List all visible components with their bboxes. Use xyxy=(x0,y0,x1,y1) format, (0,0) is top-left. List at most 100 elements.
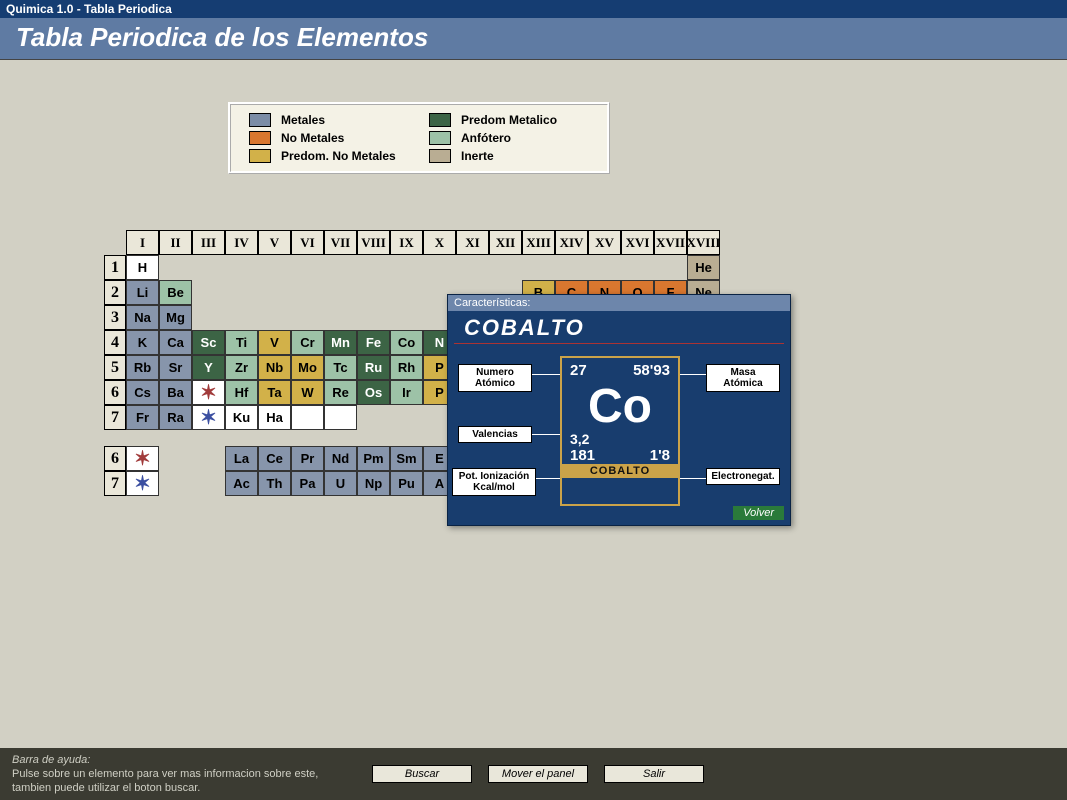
element-ba[interactable]: Ba xyxy=(159,380,192,405)
group-header: VIII xyxy=(357,230,390,255)
element-nb[interactable]: Nb xyxy=(258,355,291,380)
element-co[interactable]: Co xyxy=(390,330,423,355)
element-na[interactable]: Na xyxy=(126,305,159,330)
element-os[interactable]: Os xyxy=(357,380,390,405)
group-header: XII xyxy=(489,230,522,255)
legend-inerte: Inerte xyxy=(429,149,589,163)
label-pot-ionizacion: Pot. Ionización Kcal/mol xyxy=(452,468,536,496)
element-tc[interactable]: Tc xyxy=(324,355,357,380)
label-numero-atomico: Numero Atómico xyxy=(458,364,532,392)
element-he[interactable]: He xyxy=(687,255,720,280)
element-fr[interactable]: Fr xyxy=(126,405,159,430)
page-title: Tabla Periodica de los Elementos xyxy=(0,18,1067,60)
lanthanide-marker[interactable]: ✶ xyxy=(126,446,159,471)
group-header: II xyxy=(159,230,192,255)
element-mg[interactable]: Mg xyxy=(159,305,192,330)
period-label: 5 xyxy=(104,355,126,380)
element-cr[interactable]: Cr xyxy=(291,330,324,355)
group-header: VI xyxy=(291,230,324,255)
element-th[interactable]: Th xyxy=(258,471,291,496)
element-rh[interactable]: Rh xyxy=(390,355,423,380)
element-ca[interactable]: Ca xyxy=(159,330,192,355)
element-ir[interactable]: Ir xyxy=(390,380,423,405)
element-detail-panel[interactable]: Características: COBALTO Numero Atómico … xyxy=(447,294,791,526)
group-header: VII xyxy=(324,230,357,255)
group-header: XIII xyxy=(522,230,555,255)
help-body: Pulse sobre un elemento para ver mas inf… xyxy=(12,767,352,796)
legend-nometales: No Metales xyxy=(249,131,409,145)
element-pu[interactable]: Pu xyxy=(390,471,423,496)
element-rb[interactable]: Rb xyxy=(126,355,159,380)
group-header: IV xyxy=(225,230,258,255)
group-header: XI xyxy=(456,230,489,255)
window-titlebar: Quimica 1.0 - Tabla Periodica xyxy=(0,0,1067,18)
detail-element-name: COBALTO xyxy=(454,311,784,344)
value-valencias: 3,2 xyxy=(562,431,678,447)
element-re[interactable]: Re xyxy=(324,380,357,405)
element-li[interactable]: Li xyxy=(126,280,159,305)
bottom-bar: Barra de ayuda: Pulse sobre un elemento … xyxy=(0,748,1067,800)
element-box: 27 58'93 Co 3,2 181 1'8 COBALTO xyxy=(560,356,680,506)
element-ti[interactable]: Ti xyxy=(225,330,258,355)
salir-button[interactable]: Salir xyxy=(604,765,704,783)
lanthanide-marker[interactable]: ✶ xyxy=(192,380,225,405)
element-k[interactable]: K xyxy=(126,330,159,355)
legend-anfotero: Anfótero xyxy=(429,131,589,145)
element-pr[interactable]: Pr xyxy=(291,446,324,471)
element-empty xyxy=(291,405,324,430)
legend: Metales Predom Metalico No Metales Anfót… xyxy=(228,102,610,174)
volver-button[interactable]: Volver xyxy=(733,506,784,520)
group-header: III xyxy=(192,230,225,255)
group-header: XVI xyxy=(621,230,654,255)
element-ce[interactable]: Ce xyxy=(258,446,291,471)
element-mo[interactable]: Mo xyxy=(291,355,324,380)
period-label: 1 xyxy=(104,255,126,280)
element-pm[interactable]: Pm xyxy=(357,446,390,471)
element-sr[interactable]: Sr xyxy=(159,355,192,380)
period-label: 7 xyxy=(104,405,126,430)
element-pa[interactable]: Pa xyxy=(291,471,324,496)
element-ru[interactable]: Ru xyxy=(357,355,390,380)
value-mass: 58'93 xyxy=(633,362,670,379)
element-ta[interactable]: Ta xyxy=(258,380,291,405)
element-la[interactable]: La xyxy=(225,446,258,471)
value-atomic-number: 27 xyxy=(570,362,587,379)
group-header: I xyxy=(126,230,159,255)
element-empty xyxy=(324,405,357,430)
period-label: 6 xyxy=(104,380,126,405)
actinide-marker[interactable]: ✶ xyxy=(192,405,225,430)
period-label: 2 xyxy=(104,280,126,305)
mover-panel-button[interactable]: Mover el panel xyxy=(488,765,588,783)
group-header: XV xyxy=(588,230,621,255)
element-hf[interactable]: Hf xyxy=(225,380,258,405)
element-np[interactable]: Np xyxy=(357,471,390,496)
actinide-marker[interactable]: ✶ xyxy=(126,471,159,496)
element-sc[interactable]: Sc xyxy=(192,330,225,355)
period-label: 4 xyxy=(104,330,126,355)
label-valencias: Valencias xyxy=(458,426,532,443)
element-h[interactable]: H xyxy=(126,255,159,280)
element-sm[interactable]: Sm xyxy=(390,446,423,471)
group-header: XVIII xyxy=(687,230,720,255)
buscar-button[interactable]: Buscar xyxy=(372,765,472,783)
element-cs[interactable]: Cs xyxy=(126,380,159,405)
group-header: V xyxy=(258,230,291,255)
element-ku[interactable]: Ku xyxy=(225,405,258,430)
element-fe[interactable]: Fe xyxy=(357,330,390,355)
element-w[interactable]: W xyxy=(291,380,324,405)
element-nd[interactable]: Nd xyxy=(324,446,357,471)
group-header: XIV xyxy=(555,230,588,255)
element-be[interactable]: Be xyxy=(159,280,192,305)
element-v[interactable]: V xyxy=(258,330,291,355)
period-label: 7 xyxy=(104,471,126,496)
element-ra[interactable]: Ra xyxy=(159,405,192,430)
value-electroneg: 1'8 xyxy=(650,447,670,464)
element-ha[interactable]: Ha xyxy=(258,405,291,430)
value-ionization: 181 xyxy=(570,447,595,464)
element-ac[interactable]: Ac xyxy=(225,471,258,496)
element-y[interactable]: Y xyxy=(192,355,225,380)
legend-prednm: Predom. No Metales xyxy=(249,149,409,163)
element-u[interactable]: U xyxy=(324,471,357,496)
element-zr[interactable]: Zr xyxy=(225,355,258,380)
element-mn[interactable]: Mn xyxy=(324,330,357,355)
